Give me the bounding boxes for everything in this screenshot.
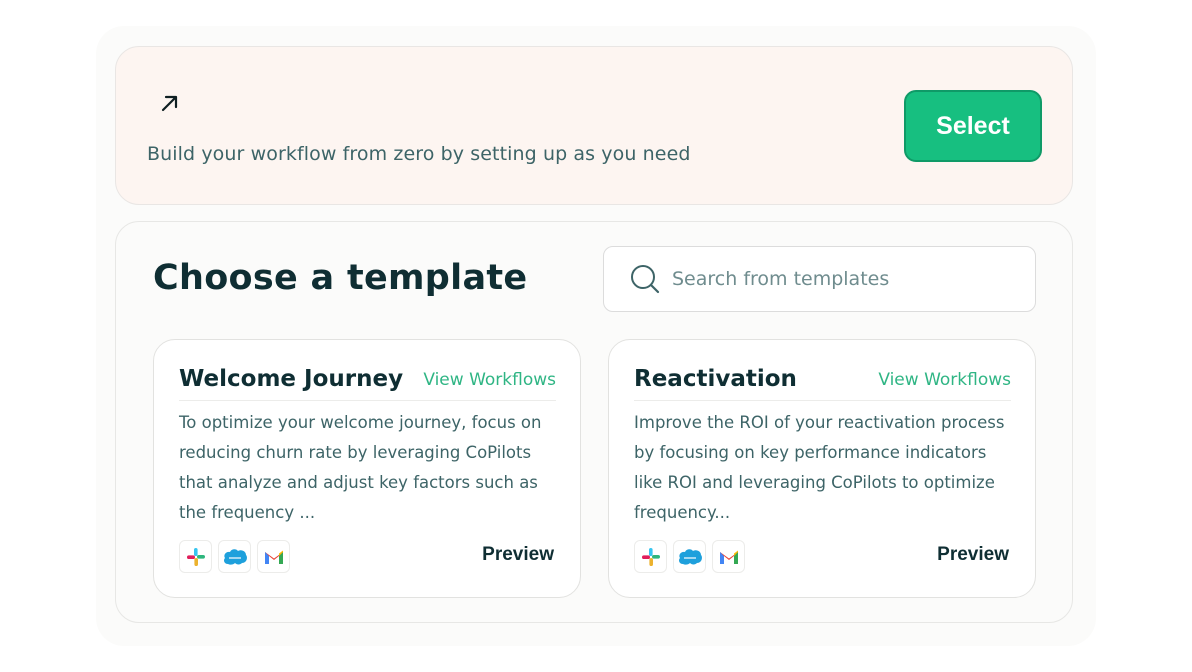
start-from-scratch-card[interactable]: Build your workflow from zero by setting… [115, 46, 1073, 205]
integration-icons [634, 540, 745, 573]
integration-icons [179, 540, 290, 573]
slack-icon [179, 540, 212, 573]
preview-button[interactable]: Preview [482, 544, 554, 566]
gmail-icon [257, 540, 290, 573]
gmail-icon [712, 540, 745, 573]
card-divider [634, 400, 1011, 401]
template-card-title: Reactivation [634, 366, 797, 392]
template-card-description: Improve the ROI of your reactivation pro… [634, 413, 1005, 522]
template-card-welcome-journey[interactable]: Welcome Journey View Workflows To optimi… [153, 339, 581, 598]
template-card-title: Welcome Journey [179, 366, 404, 392]
arrow-up-right-icon [161, 95, 178, 112]
scratch-description: Build your workflow from zero by setting… [147, 143, 691, 165]
search-box[interactable] [603, 246, 1036, 312]
view-workflows-link[interactable]: View Workflows [878, 370, 1011, 390]
select-button[interactable]: Select [904, 90, 1042, 162]
salesforce-icon [218, 540, 251, 573]
salesforce-icon [673, 540, 706, 573]
card-divider [179, 400, 556, 401]
search-input[interactable] [672, 259, 1012, 299]
template-card-description: To optimize your welcome journey, focus … [179, 413, 542, 522]
template-card-reactivation[interactable]: Reactivation View Workflows Improve the … [608, 339, 1036, 598]
preview-button[interactable]: Preview [937, 544, 1009, 566]
search-icon [631, 265, 660, 294]
section-title: Choose a template [153, 258, 528, 298]
view-workflows-link[interactable]: View Workflows [423, 370, 556, 390]
template-panel: Choose a template Welcome Journey View W… [115, 221, 1073, 623]
slack-icon [634, 540, 667, 573]
